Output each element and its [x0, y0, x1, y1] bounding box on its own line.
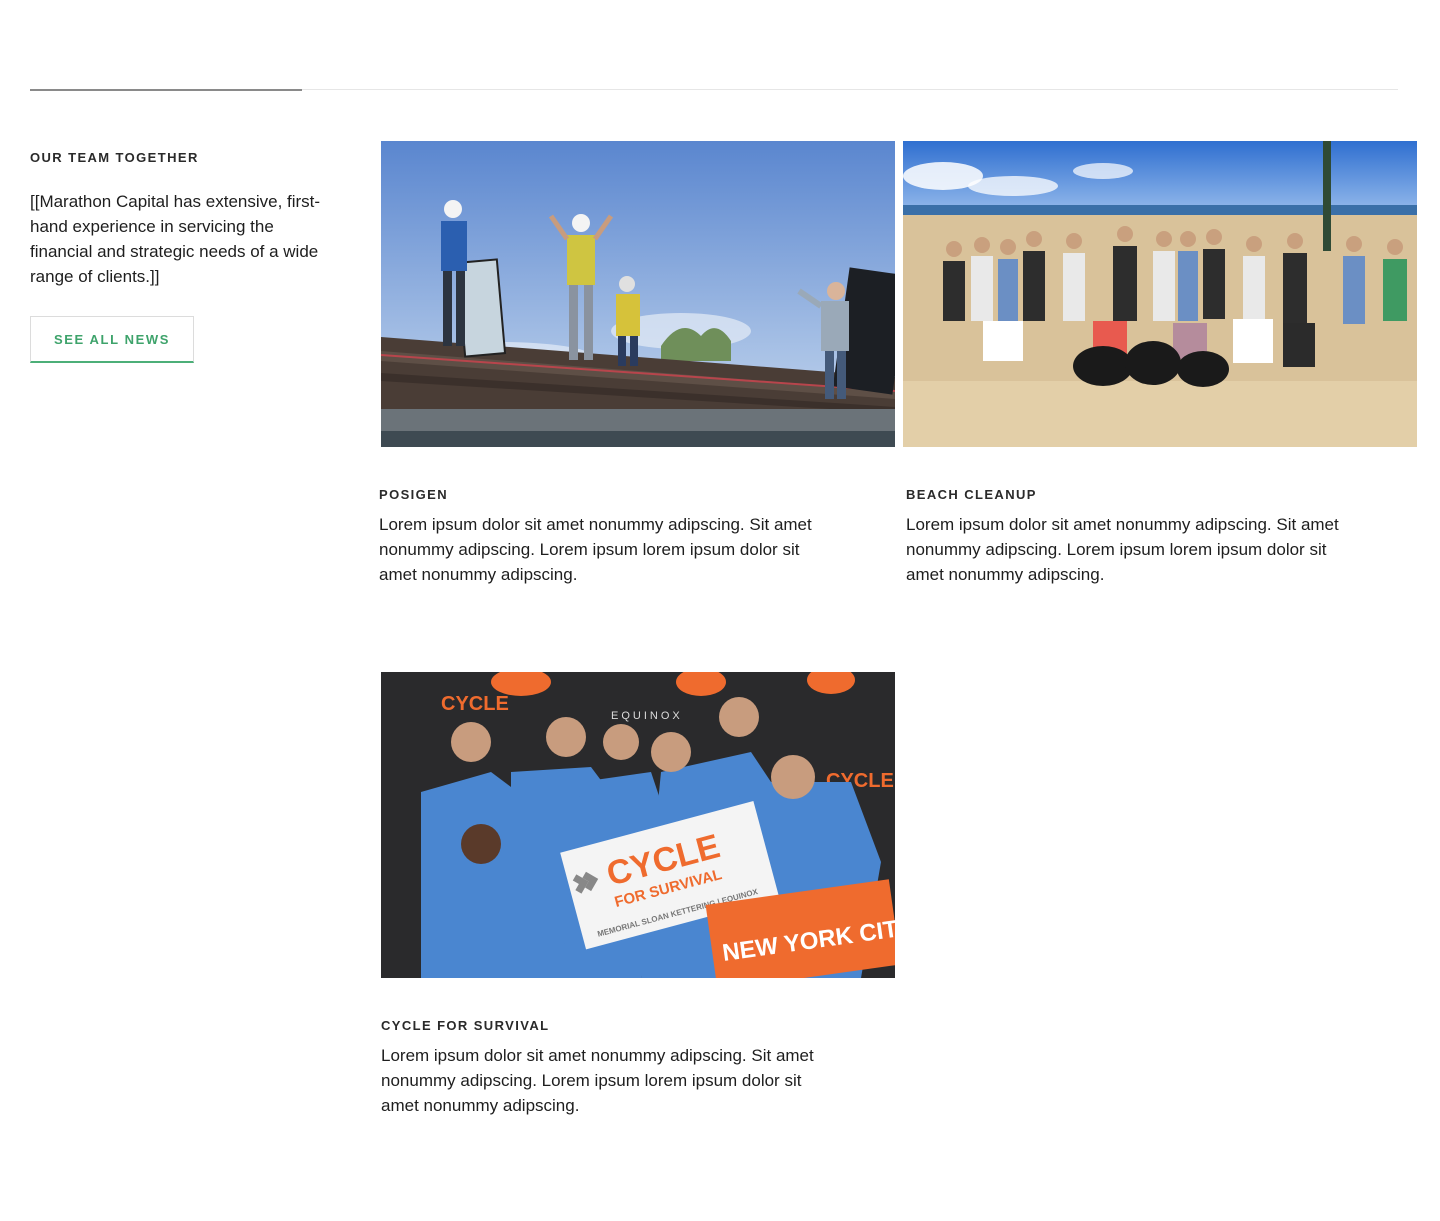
beach-group-photo — [903, 141, 1417, 447]
rooftop-crew-photo — [381, 141, 895, 447]
news-card-image[interactable] — [903, 141, 1417, 447]
backdrop-logo-left: CYCLE — [441, 693, 509, 715]
news-card-text: Lorem ipsum dolor sit amet nonummy adips… — [906, 515, 1339, 584]
news-card-title[interactable]: BEACH CLEANUP — [906, 487, 1037, 502]
backdrop-brand-text: EQUINOX — [611, 710, 683, 722]
news-card-image[interactable]: EQUINOX CYCLE CYCLE CYCLE FOR SURVIVAL M… — [381, 672, 895, 978]
news-card-title[interactable]: CYCLE FOR SURVIVAL — [381, 1018, 549, 1033]
news-card-image[interactable] — [381, 141, 895, 447]
news-card-text: Lorem ipsum dolor sit amet nonummy adips… — [381, 1046, 814, 1115]
cycle-for-survival-photo: EQUINOX CYCLE CYCLE CYCLE FOR SURVIVAL M… — [381, 672, 895, 978]
section-intro: [[Marathon Capital has extensive, first-… — [30, 192, 321, 286]
see-all-news-button[interactable]: SEE ALL NEWS — [30, 316, 194, 363]
news-card-text: Lorem ipsum dolor sit amet nonummy adips… — [379, 515, 812, 584]
section-divider-active — [30, 89, 302, 91]
section-heading: OUR TEAM TOGETHER — [30, 150, 199, 165]
news-card-title[interactable]: POSIGEN — [379, 487, 448, 502]
